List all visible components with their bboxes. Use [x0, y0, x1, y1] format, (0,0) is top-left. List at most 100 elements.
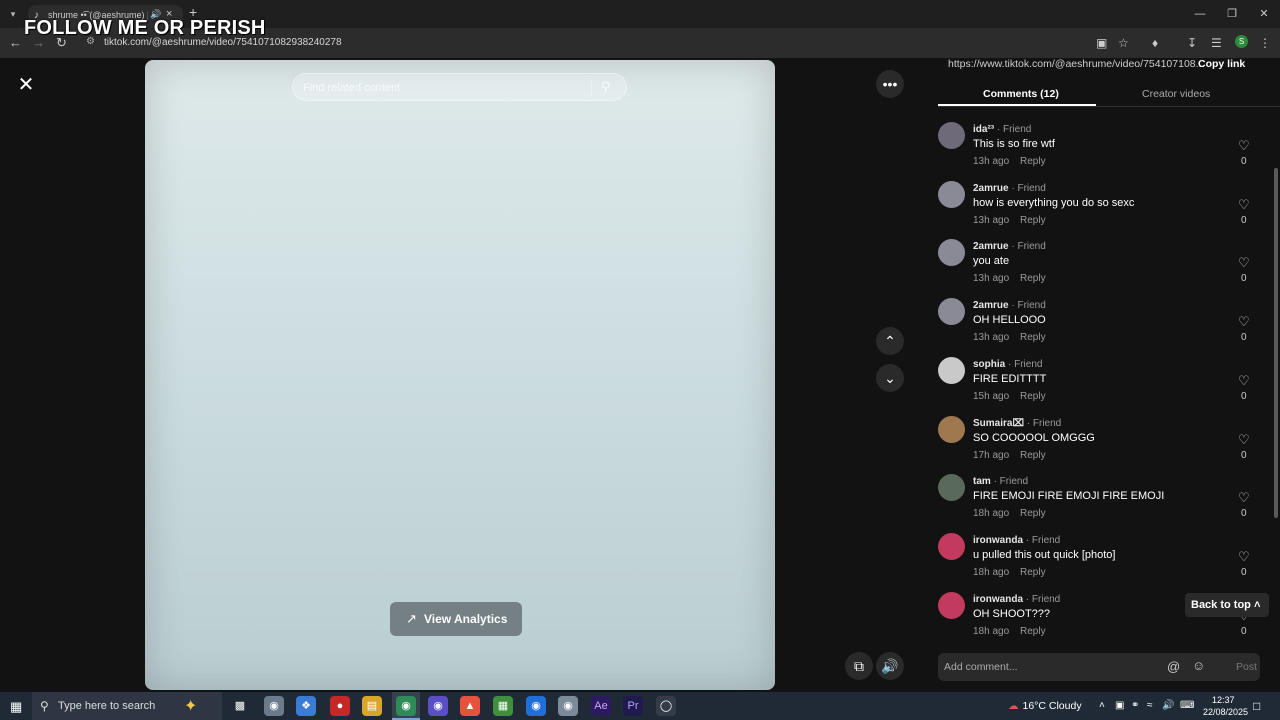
video-link-url[interactable]: https://www.tiktok.com/@aeshrume/video/7… — [948, 58, 1204, 70]
reply-button[interactable]: Reply — [1020, 156, 1046, 167]
more-options-icon[interactable]: ••• — [876, 70, 904, 98]
media-controls-icon[interactable]: ☰ — [1211, 35, 1222, 51]
comment-author-name[interactable]: 2amrue — [973, 300, 1009, 311]
app-icon-circle[interactable]: ◯ — [656, 696, 676, 716]
extensions-icon[interactable]: ♦ — [1152, 35, 1158, 51]
premiere-pro-icon[interactable]: Pr — [623, 696, 643, 716]
related-search-box[interactable]: Find related content ⚲ — [292, 73, 627, 101]
reply-button[interactable]: Reply — [1020, 273, 1046, 284]
close-video-icon[interactable]: ✕ — [12, 71, 40, 99]
avatar[interactable] — [938, 122, 965, 149]
app-icon-red[interactable]: ● — [330, 696, 350, 716]
add-comment-input[interactable]: Add comment... @ ☺ — [938, 653, 1260, 681]
taskbar-search-box[interactable]: ⚲ Type here to search ✦ — [32, 692, 222, 720]
view-analytics-button[interactable]: ↗ View Analytics — [390, 602, 522, 636]
comment-author[interactable]: Sumaira⌧ · Friend — [973, 418, 1061, 429]
reply-button[interactable]: Reply — [1020, 450, 1046, 461]
wifi-icon[interactable]: ≈ — [1147, 700, 1153, 711]
reply-button[interactable]: Reply — [1020, 567, 1046, 578]
avatar[interactable] — [938, 532, 965, 560]
brave-icon[interactable]: ▲ — [460, 696, 480, 716]
clock-time[interactable]: 12:37 — [1212, 695, 1235, 705]
comment-author[interactable]: ida²³ · Friend — [973, 124, 1031, 135]
reply-button[interactable]: Reply — [1020, 215, 1046, 226]
volume-icon[interactable]: 🔊 — [876, 652, 904, 680]
comment-author-name[interactable]: 2amrue — [973, 241, 1009, 252]
speaker-icon[interactable]: 🔊 — [1162, 700, 1174, 711]
search-icon[interactable]: ⚲ — [601, 79, 611, 95]
profile-avatar[interactable]: S — [1235, 35, 1248, 48]
mention-at-icon[interactable]: @ — [1167, 659, 1180, 674]
avatar[interactable] — [938, 474, 965, 502]
comment-author[interactable]: sophia · Friend — [973, 359, 1042, 370]
minimize-icon[interactable]: — — [1184, 0, 1216, 28]
avatar[interactable] — [938, 415, 965, 443]
heart-icon[interactable]: ♡ — [1238, 255, 1250, 271]
mini-player-icon[interactable]: ⧉ — [845, 652, 873, 680]
heart-icon[interactable]: ♡ — [1238, 197, 1250, 213]
restore-icon[interactable]: ❐ — [1216, 0, 1248, 28]
window-close-icon[interactable]: ✕ — [1248, 0, 1280, 28]
tab-search-icon[interactable]: ▾ — [6, 7, 20, 21]
download-icon[interactable]: ↧ — [1187, 35, 1197, 51]
clock-date[interactable]: 22/08/2025 — [1203, 707, 1248, 717]
microphone-icon[interactable]: ⚭ — [1131, 700, 1139, 711]
tab-creator-videos[interactable]: Creator videos — [1142, 88, 1210, 100]
copy-link-button[interactable]: Copy link — [1198, 58, 1245, 70]
reply-button[interactable]: Reply — [1020, 391, 1046, 402]
comment-author[interactable]: ironwanda · Friend — [973, 535, 1060, 546]
heart-icon[interactable]: ♡ — [1238, 138, 1250, 154]
comment-author-name[interactable]: ironwanda — [973, 594, 1023, 605]
notification-icon[interactable]: □ — [1253, 699, 1260, 713]
comment-author[interactable]: 2amrue · Friend — [973, 300, 1046, 311]
copilot-app-icon[interactable]: ❖ — [296, 696, 316, 716]
messenger-icon[interactable]: ◉ — [428, 696, 448, 716]
comment-author-name[interactable]: tam — [973, 476, 991, 487]
heart-icon[interactable]: ♡ — [1238, 373, 1250, 389]
app-icon-grey[interactable]: ◉ — [558, 696, 578, 716]
windows-start-icon[interactable]: ▦ — [10, 699, 22, 715]
comment-author-name[interactable]: ironwanda — [973, 535, 1023, 546]
minecraft-icon[interactable]: ▦ — [493, 696, 513, 716]
app-icon-blue[interactable]: ◉ — [526, 696, 546, 716]
heart-icon[interactable]: ♡ — [1238, 314, 1250, 330]
copilot-sparkle-icon[interactable]: ✦ — [184, 696, 197, 716]
avatar[interactable] — [938, 591, 965, 619]
heart-icon[interactable]: ♡ — [1238, 490, 1250, 506]
comment-author[interactable]: tam · Friend — [973, 476, 1028, 487]
comment-author[interactable]: 2amrue · Friend — [973, 183, 1046, 194]
avatar[interactable] — [938, 356, 965, 384]
install-app-icon[interactable]: ▣ — [1096, 35, 1107, 51]
comment-author-name[interactable]: Sumaira⌧ — [973, 418, 1024, 429]
after-effects-icon[interactable]: Ae — [591, 696, 611, 716]
bookmark-star-icon[interactable]: ☆ — [1118, 35, 1129, 51]
tray-app-icon[interactable]: ▣ — [1115, 700, 1124, 711]
reply-button[interactable]: Reply — [1020, 508, 1046, 519]
comment-author[interactable]: ironwanda · Friend — [973, 594, 1060, 605]
reply-button[interactable]: Reply — [1020, 626, 1046, 637]
emoji-icon[interactable]: ☺ — [1192, 658, 1205, 673]
comment-author-name[interactable]: sophia — [973, 359, 1005, 370]
comment-author[interactable]: 2amrue · Friend — [973, 241, 1046, 252]
browser-menu-icon[interactable]: ⋮ — [1259, 35, 1271, 51]
keyboard-icon[interactable]: ⌨ — [1180, 700, 1194, 711]
avatar[interactable] — [938, 180, 965, 208]
heart-icon[interactable]: ♡ — [1238, 549, 1250, 565]
tab-comments[interactable]: Comments (12) — [983, 88, 1059, 100]
comments-scrollbar[interactable] — [1274, 168, 1278, 518]
post-button[interactable]: Post — [1236, 661, 1257, 673]
comment-author-name[interactable]: ida²³ — [973, 124, 994, 135]
tray-chevron-up-icon[interactable]: ˄ — [1099, 700, 1105, 711]
app-icon-1[interactable]: ◉ — [264, 696, 284, 716]
file-explorer-icon[interactable]: ▤ — [362, 696, 382, 716]
video-player[interactable]: Find related content ⚲ ↗ View Analytics — [145, 60, 775, 690]
comment-author-name[interactable]: 2amrue — [973, 183, 1009, 194]
back-arrow-icon[interactable]: ← — [9, 35, 22, 51]
previous-video-chevron-up-icon[interactable]: ⌃ — [876, 327, 904, 355]
chrome-icon[interactable]: ◉ — [396, 696, 416, 716]
back-to-top-button[interactable]: Back to top ˄ — [1185, 593, 1269, 617]
avatar[interactable] — [938, 298, 965, 326]
weather-widget[interactable]: ☁ 16°C Cloudy — [1008, 700, 1082, 712]
heart-icon[interactable]: ♡ — [1238, 432, 1250, 448]
reply-button[interactable]: Reply — [1020, 332, 1046, 343]
